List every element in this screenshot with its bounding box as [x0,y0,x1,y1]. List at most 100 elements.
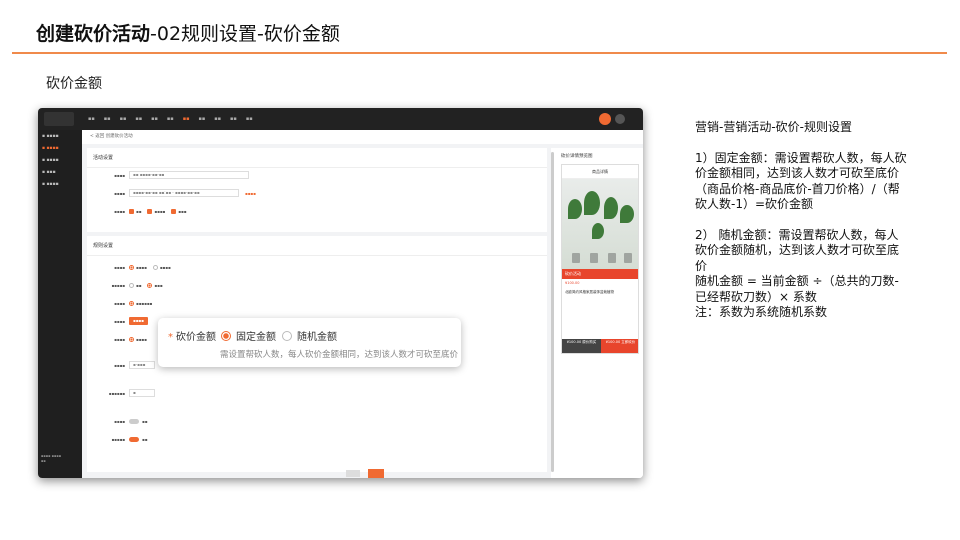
sidebar-footer: ▪▪▪▪ ▪▪▪▪ ▪▪ [41,454,62,463]
radio[interactable] [152,264,158,270]
nav-item-active[interactable]: ▪▪ [183,116,190,122]
radio-selected-icon[interactable] [221,330,231,341]
nav-item[interactable]: ▪▪ [104,116,111,122]
explanation-notes: 营销-营销活动-砍价-规则设置 1）固定金额：需设置帮砍人数，每人砍价金额相同，… [695,120,910,321]
top-nav-bar: ▪▪ ▪▪ ▪▪ ▪▪ ▪▪ ▪▪ ▪▪ ▪▪ ▪▪ ▪▪ ▪▪ [38,108,643,130]
date-range-input[interactable]: ▪▪▪▪-▪▪-▪▪ ▪▪:▪▪ - ▪▪▪▪-▪▪-▪▪ [129,189,239,197]
radio-fixed-amount[interactable]: 固定金额 [221,328,276,343]
card-header: 活动设置 [87,148,547,168]
main-content: < 返回 创建砍价活动 活动设置 ▪▪▪▪ ▪▪ ▪▪▪▪-▪▪-▪▪ ▪▪▪▪… [82,130,643,478]
section-subtitle: 砍价金额 [46,76,102,92]
text-input[interactable]: ▪▪ ▪▪▪▪-▪▪-▪▪ [129,171,249,179]
form-row: ▪▪▪▪ ▪▪ ▪▪▪▪ ▪▪▪ [87,206,186,216]
title-rest: -02规则设置-砍价金额 [150,23,340,45]
plant-leaf [584,191,600,215]
phone-header: 商品详情 [562,165,638,179]
radio-label: ▪▪▪▪ [159,264,171,270]
link[interactable]: ▪▪▪▪ [245,191,256,196]
toggle[interactable] [129,436,139,442]
scrollbar[interactable] [551,152,554,472]
sidebar-item[interactable]: ▪ ▪▪▪▪ [38,156,82,166]
nav-item[interactable]: ▪▪ [151,116,158,122]
plant-pot [608,253,616,263]
radio-fixed-amount-label: 固定金额 [236,332,276,343]
form-row: ▪▪▪▪ ▪▪ [87,416,147,426]
radio[interactable] [147,282,153,288]
user-menu-icon[interactable] [615,114,625,124]
save-button[interactable] [368,469,384,478]
checkbox[interactable] [129,208,134,214]
form-label: ▪▪▪▪▪▪ [108,390,125,396]
sidebar-item-active[interactable]: ▪ ▪▪▪▪ [38,144,82,154]
nav-item[interactable]: ▪▪ [135,116,142,122]
bargain-button[interactable]: ¥100.00 立即砍价 [601,339,638,353]
radio-random-amount-label: 随机金额 [297,332,337,343]
radio-random-amount[interactable]: 随机金额 [282,328,337,343]
form-row: ▪▪▪▪ ▪▪▪▪-▪▪-▪▪ ▪▪:▪▪ - ▪▪▪▪-▪▪-▪▪ ▪▪▪▪ [87,188,256,198]
bargain-amount-label: * 砍价金额 [168,328,216,343]
logo [44,112,74,126]
bargain-amount-callout: * 砍价金额 固定金额 随机金额 需设置帮砍人数，每人砍价金额相同，达到该人数才可… [158,318,461,367]
notes-fixed-amount: 1）固定金额：需设置帮砍人数，每人砍价金额相同，达到该人数才可砍至底价 （商品价… [695,150,907,212]
radio[interactable] [129,264,134,270]
preview-title: 砍价详情预览图 [561,154,593,159]
radio[interactable] [129,300,134,306]
phone-footer: ¥100.00 原价购买 ¥100.00 立即砍价 [562,339,638,353]
breadcrumb[interactable]: < 返回 创建砍价活动 [82,130,643,144]
user-avatar[interactable] [599,113,611,125]
sidebar-item[interactable]: ▪ ▪▪▪ [38,168,82,178]
card-header: 规则设置 [87,236,547,256]
form-row: ▪▪▪▪ ▪▪▪▪ [87,334,147,344]
plant-leaf [604,197,618,219]
radio-label: ▪▪▪▪▪▪ [136,300,153,306]
notes-random-amount: 2） 随机金额：需设置帮砍人数，每人砍价金额随机，达到该人数才可砍至底价 随机金… [695,227,900,320]
nav-item[interactable]: ▪▪ [246,116,253,122]
checkbox-label: ▪▪▪▪ [154,208,166,214]
toggle-label: ▪▪ [142,418,148,424]
activity-settings-card: 活动设置 ▪▪▪▪ ▪▪ ▪▪▪▪-▪▪-▪▪ ▪▪▪▪ ▪▪▪▪-▪▪-▪▪ … [87,148,547,232]
radio-unselected-icon[interactable] [282,330,292,341]
form-row: ▪▪▪▪ ▪▪▪▪ ▪▪▪▪ [87,262,171,272]
form-label: ▪▪▪▪▪ [111,436,125,442]
toggle-label: ▪▪ [142,436,148,442]
radio-label: ▪▪ [136,282,142,288]
form-row: ▪▪▪▪ ▪▪ ▪▪▪▪-▪▪-▪▪ [87,170,249,180]
form-label: ▪▪▪▪ [114,318,125,324]
form-row: ▪▪▪▪ ▪▪▪▪ [87,316,148,326]
required-mark: * [168,332,173,343]
nav-item[interactable]: ▪▪ [230,116,237,122]
form-row: ▪▪▪▪▪ ▪▪ [87,434,147,444]
sidebar-item[interactable]: ▪ ▪▪▪▪ [38,132,82,142]
form-row: ▪▪▪▪ ▪-▪▪▪ [87,360,155,370]
checkbox[interactable] [171,208,177,214]
sidebar-item[interactable]: ▪ ▪▪▪▪ [38,180,82,190]
preview-panel: 砍价详情预览图 商品详情 砍价活动 ¥100.00 北欧简约风格家居装饰盆栽植物… [551,148,643,478]
bargain-amount-hint: 需设置帮砍人数，每人砍价金额相同，达到该人数才可砍至底价 [220,350,459,360]
radio-label: ▪▪▪ [154,282,163,288]
plant-leaf [592,223,604,239]
form-label: ▪▪▪▪ [114,190,125,196]
nav-item[interactable]: ▪▪ [167,116,174,122]
form-row: ▪▪▪▪ ▪▪▪▪▪▪ [87,298,152,308]
radio[interactable] [129,282,134,288]
select-goods-button[interactable]: ▪▪▪▪ [129,317,148,325]
cancel-button[interactable] [346,470,360,477]
plant-pot [590,253,598,263]
toggle[interactable] [129,418,139,424]
checkbox-label: ▪▪ [136,208,142,214]
number-input[interactable]: ▪ [129,389,155,397]
buy-original-button[interactable]: ¥100.00 原价购买 [562,339,601,353]
checkbox[interactable] [147,208,153,214]
price-tag: ¥100.00 [565,281,580,285]
nav-item[interactable]: ▪▪ [214,116,221,122]
nav-item[interactable]: ▪▪ [88,116,95,122]
product-image [562,179,638,269]
nav-item[interactable]: ▪▪ [198,116,205,122]
plant-pot [572,253,580,263]
form-label: ▪▪▪▪ [114,172,125,178]
promo-bar: 砍价活动 [562,269,638,279]
nav-item[interactable]: ▪▪ [120,116,127,122]
number-input[interactable]: ▪-▪▪▪ [129,361,155,369]
notes-path: 营销-营销活动-砍价-规则设置 [695,120,852,134]
radio[interactable] [129,336,134,342]
